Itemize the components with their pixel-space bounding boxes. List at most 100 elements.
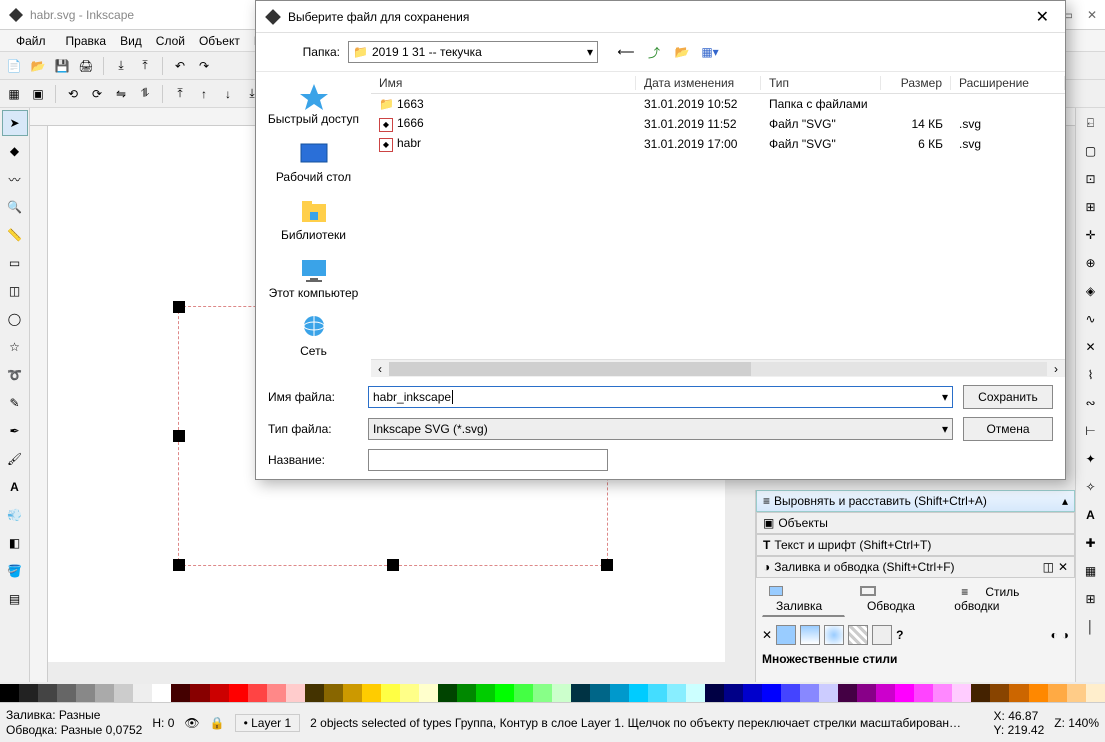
title-input[interactable]: [368, 449, 608, 471]
tool-eraser[interactable]: ◧: [2, 530, 28, 556]
swatch-linear[interactable]: [800, 625, 820, 645]
snap-rotation-center-icon[interactable]: ✧: [1078, 474, 1104, 500]
redo-icon[interactable]: ↷: [194, 56, 214, 76]
palette-swatch[interactable]: [952, 684, 971, 702]
palette-swatch[interactable]: [229, 684, 248, 702]
handle-bm[interactable]: [387, 559, 399, 571]
tool-calligraphy[interactable]: 🖌: [2, 446, 28, 472]
tool-text[interactable]: A: [2, 474, 28, 500]
tool-bucket[interactable]: 🪣: [2, 558, 28, 584]
place-libraries[interactable]: Библиотеки: [256, 194, 371, 246]
palette-swatch[interactable]: [476, 684, 495, 702]
place-quick-access[interactable]: Быстрый доступ: [256, 78, 371, 130]
swatch-radial[interactable]: [824, 625, 844, 645]
tool-3dbox[interactable]: ◫: [2, 278, 28, 304]
snap-page-border-icon[interactable]: ▦: [1078, 558, 1104, 584]
lock-icon[interactable]: 🔒: [210, 716, 225, 730]
palette-swatch[interactable]: [190, 684, 209, 702]
handle-tl[interactable]: [173, 301, 185, 313]
new-icon[interactable]: 📄: [4, 56, 24, 76]
palette-swatch[interactable]: [533, 684, 552, 702]
palette-swatch[interactable]: [610, 684, 629, 702]
col-size[interactable]: Размер: [881, 76, 951, 90]
palette-swatch[interactable]: [19, 684, 38, 702]
col-type[interactable]: Тип: [761, 76, 881, 90]
palette-swatch[interactable]: [76, 684, 95, 702]
zoom-value[interactable]: 140%: [1068, 716, 1099, 730]
file-row[interactable]: ◆habr31.01.2019 17:00Файл "SVG"6 КБ.svg: [371, 134, 1065, 154]
tab-fill[interactable]: Заливка: [762, 582, 845, 617]
menu-layer[interactable]: Слой: [150, 32, 191, 50]
snap-cusp-icon[interactable]: ⌇: [1078, 362, 1104, 388]
col-ext[interactable]: Расширение: [951, 76, 1065, 90]
snap-smooth-icon[interactable]: ∾: [1078, 390, 1104, 416]
layer-selector[interactable]: • Layer 1: [235, 714, 301, 732]
swatch-pattern[interactable]: [848, 625, 868, 645]
panel-text[interactable]: T Текст и шрифт (Shift+Ctrl+T): [756, 534, 1075, 556]
palette-swatch[interactable]: [400, 684, 419, 702]
tab-stroke[interactable]: Обводка: [853, 582, 939, 617]
nav-back-icon[interactable]: ⟵: [616, 42, 636, 62]
panel-align[interactable]: ≡ Выровнять и расставить (Shift+Ctrl+A) …: [756, 490, 1075, 512]
tab-strokestyle[interactable]: ≡Стиль обводки: [947, 582, 1069, 617]
lower-icon[interactable]: ↓: [218, 84, 238, 104]
palette-swatch[interactable]: [95, 684, 114, 702]
dialog-close-button[interactable]: ✕: [1028, 7, 1057, 27]
tool-selector[interactable]: ➤: [2, 110, 28, 136]
palette-swatch[interactable]: [857, 684, 876, 702]
snap-node-icon[interactable]: ◈: [1078, 278, 1104, 304]
palette-swatch[interactable]: [571, 684, 590, 702]
palette-swatch[interactable]: [305, 684, 324, 702]
snap-bbox-icon[interactable]: ▢: [1078, 138, 1104, 164]
tool-rect[interactable]: ▭: [2, 250, 28, 276]
fill-unknown-icon[interactable]: ?: [896, 628, 903, 642]
palette-swatch[interactable]: [1009, 684, 1028, 702]
palette-swatch[interactable]: [248, 684, 267, 702]
select-all-icon[interactable]: ▦: [4, 84, 24, 104]
palette-swatch[interactable]: [590, 684, 609, 702]
tool-measure[interactable]: 📏: [2, 222, 28, 248]
tool-spray[interactable]: 💨: [2, 502, 28, 528]
panel-fill[interactable]: ◑ Заливка и обводка (Shift+Ctrl+F) ◫ ✕: [756, 556, 1075, 578]
tool-zoom[interactable]: 🔍: [2, 194, 28, 220]
menu-view[interactable]: Вид: [114, 32, 148, 50]
fill-rule-icon[interactable]: ◐: [1051, 628, 1058, 642]
palette-swatch[interactable]: [152, 684, 171, 702]
flip-h-icon[interactable]: ⇋: [111, 84, 131, 104]
rotate-ccw-icon[interactable]: ⟲: [63, 84, 83, 104]
handle-br[interactable]: [601, 559, 613, 571]
palette-swatch[interactable]: [171, 684, 190, 702]
raise-top-icon[interactable]: ⤒: [170, 84, 190, 104]
palette-swatch[interactable]: [762, 684, 781, 702]
save-button[interactable]: Сохранить: [963, 385, 1053, 409]
palette-swatch[interactable]: [819, 684, 838, 702]
tool-node[interactable]: ◆: [2, 138, 28, 164]
palette-swatch[interactable]: [990, 684, 1009, 702]
palette-swatch[interactable]: [1067, 684, 1086, 702]
filename-input[interactable]: habr_inkscape▾: [368, 386, 953, 408]
rotate-cw-icon[interactable]: ⟳: [87, 84, 107, 104]
palette-swatch[interactable]: [514, 684, 533, 702]
flip-v-icon[interactable]: ⥮: [135, 84, 155, 104]
tool-spiral[interactable]: ➰: [2, 362, 28, 388]
cancel-button[interactable]: Отмена: [963, 417, 1053, 441]
palette-swatch[interactable]: [724, 684, 743, 702]
tool-gradient[interactable]: ▤: [2, 586, 28, 612]
snap-other-icon[interactable]: ✚: [1078, 530, 1104, 556]
palette-swatch[interactable]: [876, 684, 895, 702]
palette-swatch[interactable]: [800, 684, 819, 702]
swatch-flat[interactable]: [776, 625, 796, 645]
snap-center-icon[interactable]: ⊕: [1078, 250, 1104, 276]
place-desktop[interactable]: Рабочий стол: [256, 136, 371, 188]
palette-swatch[interactable]: [914, 684, 933, 702]
scroll-left-icon[interactable]: ‹: [371, 362, 389, 376]
palette-swatch[interactable]: [438, 684, 457, 702]
snap-object-center-icon[interactable]: ✦: [1078, 446, 1104, 472]
handle-bl[interactable]: [173, 559, 185, 571]
tool-pen[interactable]: ✒: [2, 418, 28, 444]
folder-combo[interactable]: 📁 2019 1 31 -- текучка ▾: [348, 41, 598, 63]
panel-objects[interactable]: ▣ Объекты: [756, 512, 1075, 534]
palette-swatch[interactable]: [971, 684, 990, 702]
palette-swatch[interactable]: [743, 684, 762, 702]
snap-corner-icon[interactable]: ⊞: [1078, 194, 1104, 220]
